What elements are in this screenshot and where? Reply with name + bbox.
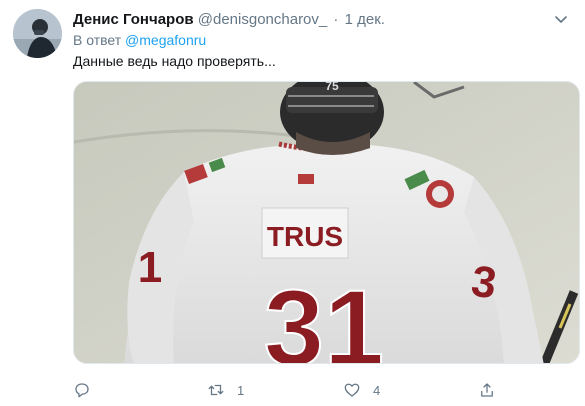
heart-icon [344,383,360,397]
retweet-count: 1 [237,382,245,398]
share-button[interactable] [478,378,496,402]
tweet-text: Данные ведь надо проверять... [73,53,276,69]
avatar-image [13,9,62,58]
reply-to-link[interactable]: @megafonru [125,32,206,48]
author-name[interactable]: Денис Гончаров [73,11,194,28]
chevron-down-icon[interactable] [553,11,569,27]
tweet-media[interactable]: 75 TRUS 31 3 1 [73,81,580,364]
reply-context: В ответ @megafonru [73,31,206,49]
author-handle[interactable]: @denisgoncharov_ [198,11,327,28]
reply-button[interactable] [73,378,103,402]
hockey-photo: 75 TRUS 31 3 1 [74,82,579,364]
separator-dot: · [333,11,339,28]
like-count: 4 [373,382,381,398]
like-button[interactable]: 4 [343,378,380,402]
retweet-button[interactable]: 1 [207,378,244,402]
helmet-number: 75 [325,82,339,93]
retweet-icon [208,384,224,396]
tweet-date[interactable]: 1 дек. [345,11,385,28]
comment-icon [75,383,89,398]
share-icon [481,383,493,397]
reply-prefix: В ответ [73,32,122,48]
avatar[interactable] [13,9,62,58]
jersey-name: TRUS [267,221,343,252]
svg-text:1: 1 [138,243,162,292]
jersey-number: 31 [264,267,384,364]
tweet-header: Денис Гончаров @denisgoncharov_ · 1 дек. [73,11,569,29]
tweet-actions: 1 4 [73,378,513,402]
